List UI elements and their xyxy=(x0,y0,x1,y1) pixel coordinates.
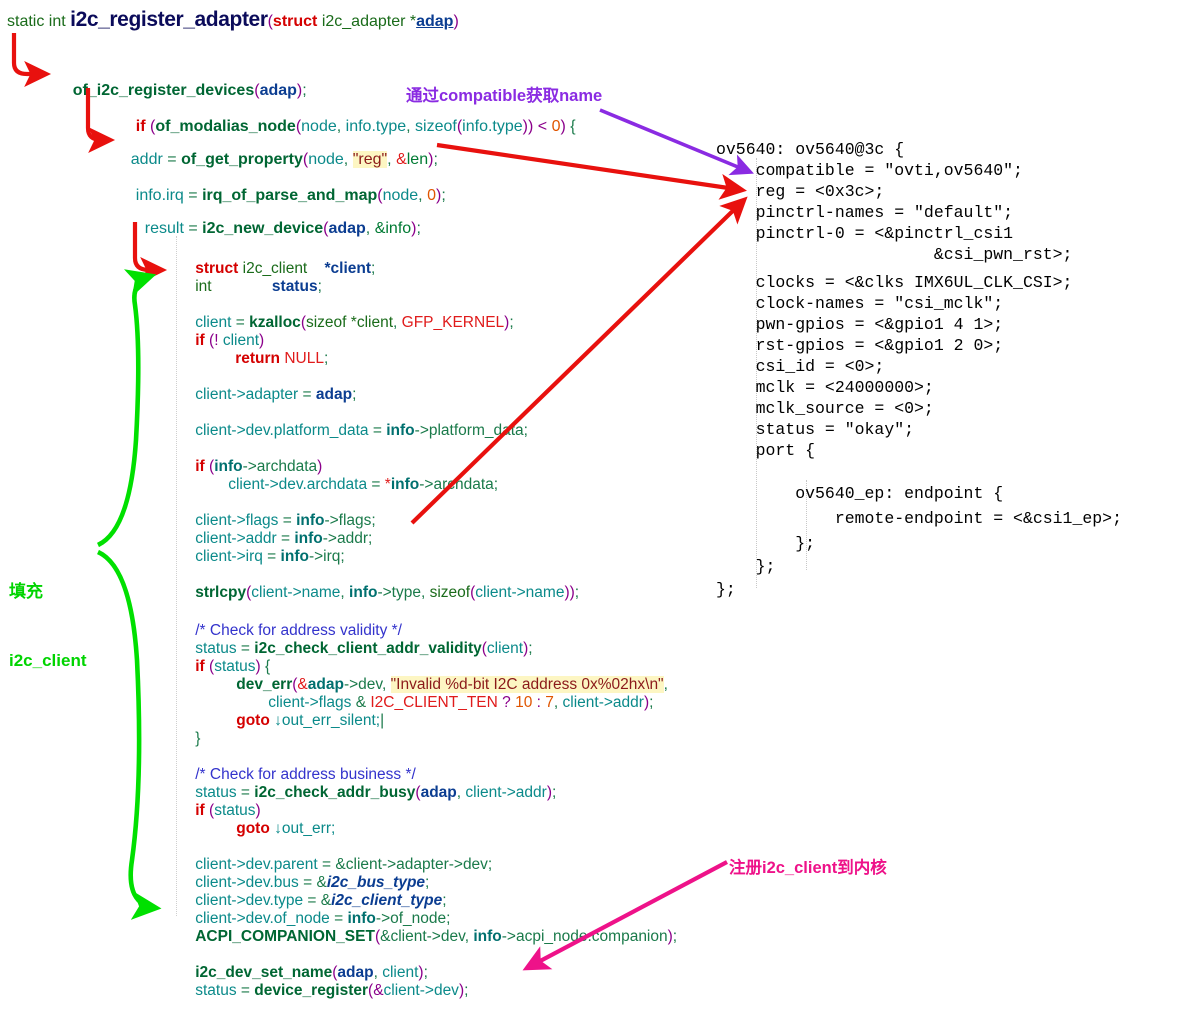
dt-line-3: pinctrl-names = "default"; xyxy=(716,202,1013,223)
dt-line-7: clock-names = "csi_mclk"; xyxy=(716,293,1003,314)
dt-line-8: pwn-gpios = <&gpio1 4 1>; xyxy=(716,314,1003,335)
annotation-fill-note: 填充 i2c_client xyxy=(9,534,87,718)
code-goto-out-err-silent: goto ↓out_err_silent;| xyxy=(219,694,384,748)
dt-line-2: reg = <0x3c>; xyxy=(716,181,884,202)
diagram-canvas: static int i2c_register_adapter(struct i… xyxy=(0,0,1178,1024)
dt-line-12: mclk_source = <0>; xyxy=(716,398,934,419)
annotation-register-note: 注册i2c_client到内核 xyxy=(729,854,887,878)
dt-line-9: rst-gpios = <&gpio1 2 0>; xyxy=(716,335,1003,356)
dt-line-10: csi_id = <0>; xyxy=(716,356,884,377)
dt-line-16: remote-endpoint = <&csi1_ep>; xyxy=(716,508,1122,529)
function-signature: static int i2c_register_adapter(struct i… xyxy=(7,8,459,32)
dt-line-18: }; xyxy=(716,556,775,577)
signature-close-paren: ) xyxy=(453,13,458,30)
dt-line-1: compatible = "ovti,ov5640"; xyxy=(716,160,1023,181)
arrow-fill-bottom xyxy=(98,552,156,908)
annotation-compatible-note: 通过compatible获取name xyxy=(406,82,602,106)
signature-static: static int xyxy=(7,13,70,30)
dt-line-14: port { xyxy=(716,440,815,461)
indent-guide xyxy=(176,236,177,916)
code-device-register: status = device_register(&client->dev); xyxy=(178,964,468,1018)
dt-line-4: pinctrl-0 = <&pinctrl_csi1 xyxy=(716,223,1013,244)
signature-type: i2c_adapter * xyxy=(317,13,416,30)
dt-line-19: }; xyxy=(716,579,736,600)
arrow-sig-to-of-i2c xyxy=(14,33,46,74)
dt-line-13: status = "okay"; xyxy=(716,419,914,440)
annotation-fill-line1: 填充 xyxy=(9,580,87,603)
dt-line-15: ov5640_ep: endpoint { xyxy=(716,483,1003,504)
annotation-fill-line2: i2c_client xyxy=(9,649,87,672)
dt-line-17: }; xyxy=(716,533,815,554)
signature-struct-keyword: struct xyxy=(273,13,317,30)
dt-line-6: clocks = <&clks IMX6UL_CLK_CSI>; xyxy=(716,272,1072,293)
dt-line-0: ov5640: ov5640@3c { xyxy=(716,139,904,160)
arrow-fill-top xyxy=(98,276,151,545)
signature-param: adap xyxy=(416,13,453,30)
signature-name: i2c_register_adapter xyxy=(70,8,267,31)
dt-line-5: &csi_pwn_rst>; xyxy=(716,244,1072,265)
dt-line-11: mclk = <24000000>; xyxy=(716,377,934,398)
